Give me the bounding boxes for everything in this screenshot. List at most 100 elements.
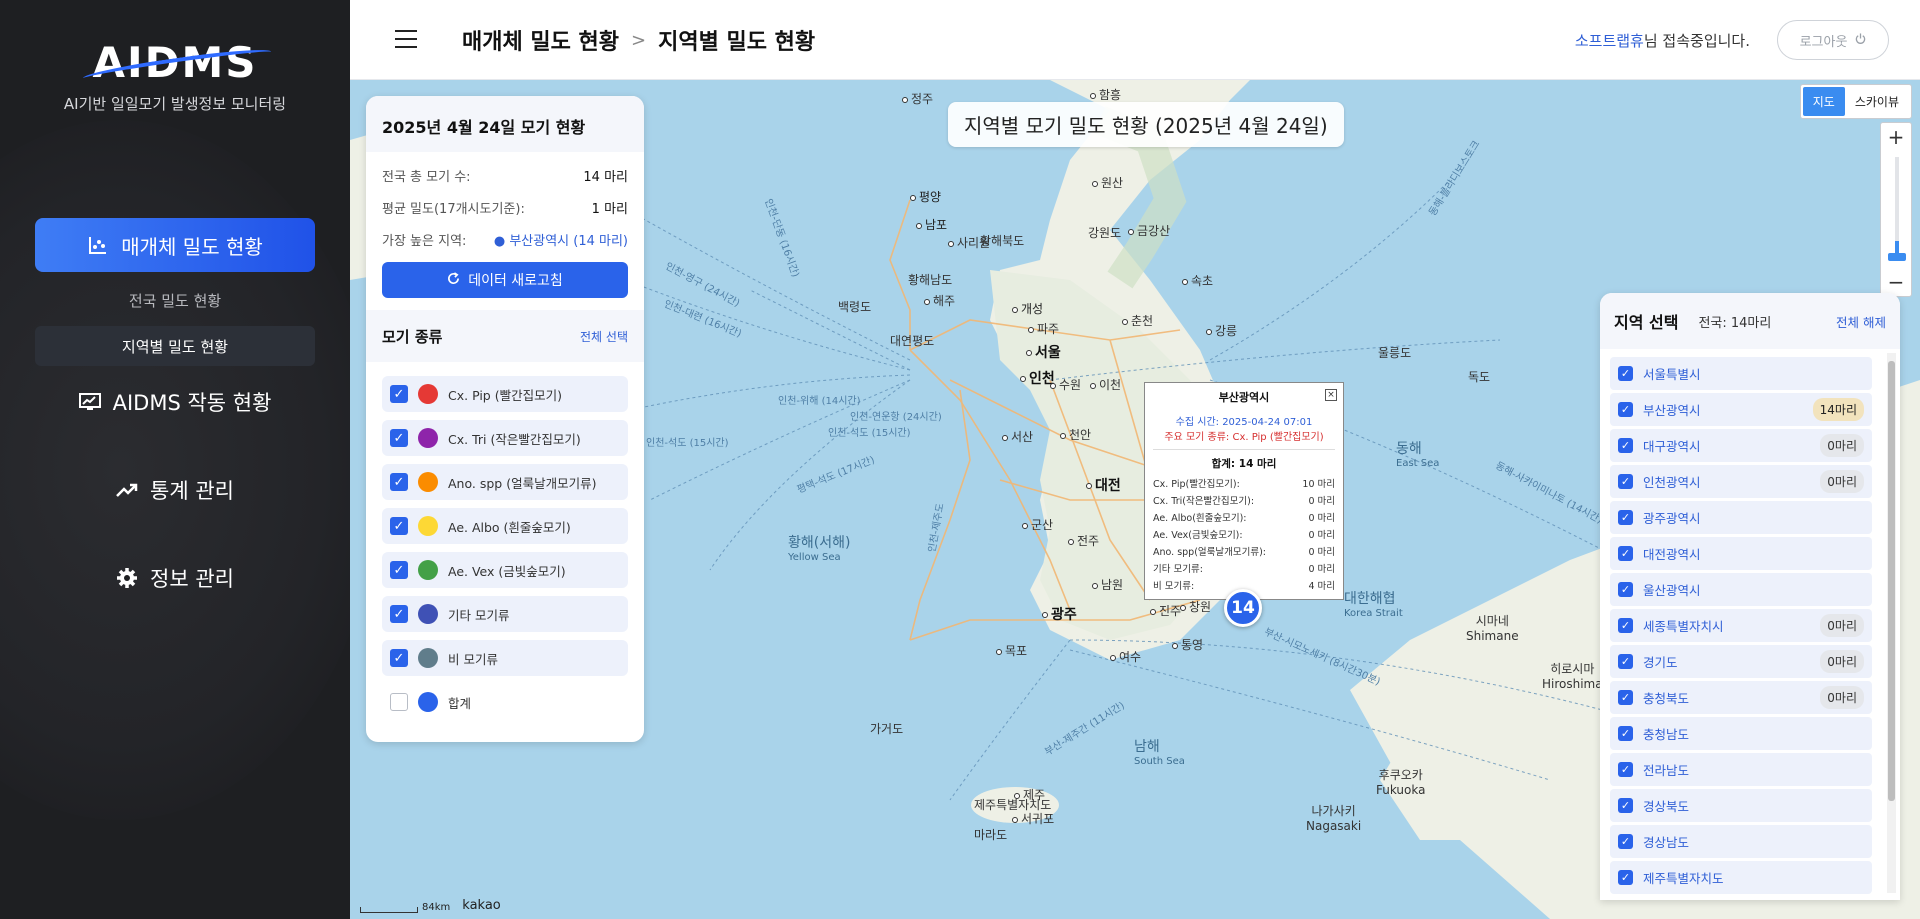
place-label: 독도 xyxy=(1468,370,1491,384)
region-checkbox[interactable]: ✓ xyxy=(1618,726,1633,741)
region-checkbox[interactable]: ✓ xyxy=(1618,474,1633,489)
region-panel: 지역 선택 전국: 14마리 전체 해제 ✓ 서울특별시 ✓ 부산광역시 14마리 ✓ 대구… xyxy=(1600,293,1900,900)
region-marker[interactable]: 14 xyxy=(1224,589,1262,627)
nav-statistics[interactable]: 통계 관리 xyxy=(35,465,315,515)
region-name: 경기도 xyxy=(1643,655,1678,670)
nav-density-status[interactable]: 매개체 밀도 현황 xyxy=(35,218,315,272)
popup-close-button[interactable]: × xyxy=(1325,389,1337,401)
region-checkbox[interactable]: ✓ xyxy=(1618,762,1633,777)
species-item[interactable]: ✓ 비 모기류 xyxy=(382,640,628,676)
map-type-map[interactable]: 지도 xyxy=(1802,87,1845,116)
zoom-out-button[interactable]: − xyxy=(1881,268,1911,296)
region-name: 경상남도 xyxy=(1643,835,1690,850)
logout-button[interactable]: 로그아웃 xyxy=(1777,20,1889,60)
region-checkbox[interactable]: ✓ xyxy=(1618,546,1633,561)
region-name: 인천광역시 xyxy=(1643,475,1701,490)
region-checkbox[interactable]: ✓ xyxy=(1618,798,1633,813)
map-type-skyview[interactable]: 스카이뷰 xyxy=(1845,87,1909,116)
select-all-button[interactable]: 전체 선택 xyxy=(580,328,628,345)
species-label: Cx. Pip (빨간집모기) xyxy=(448,387,562,403)
species-item[interactable]: ✓ Ae. Albo (흰줄숲모기) xyxy=(382,508,628,544)
refresh-data-button[interactable]: 데이터 새로고침 xyxy=(382,262,628,298)
region-item[interactable]: ✓ 충청북도 0마리 xyxy=(1610,681,1872,714)
region-checkbox[interactable]: ✓ xyxy=(1618,834,1633,849)
zoom-slider-handle[interactable] xyxy=(1888,253,1906,261)
map-type-switch: 지도 스카이뷰 xyxy=(1799,84,1912,119)
region-item[interactable]: ✓ 대전광역시 xyxy=(1610,537,1872,570)
species-item[interactable]: ✓ Ae. Vex (금빛숲모기) xyxy=(382,552,628,588)
region-checkbox[interactable]: ✓ xyxy=(1618,402,1633,417)
place-label: 백령도 xyxy=(838,300,872,314)
region-list: ✓ 서울특별시 ✓ 부산광역시 14마리 ✓ 대구광역시 0마리 ✓ 인천광역시 0마리 ✓ 광주광역시… xyxy=(1600,349,1900,894)
region-item[interactable]: ✓ 광주광역시 xyxy=(1610,501,1872,534)
region-item[interactable]: ✓ 부산광역시 14마리 xyxy=(1610,393,1872,426)
species-color-dot-icon xyxy=(418,692,438,712)
region-scrollbar[interactable] xyxy=(1887,353,1896,893)
region-checkbox[interactable]: ✓ xyxy=(1618,654,1633,669)
species-label: 합계 xyxy=(448,695,472,711)
scale-bar-line xyxy=(360,907,418,913)
zoom-control: + − xyxy=(1880,122,1912,297)
species-checkbox[interactable]: ✓ xyxy=(390,429,408,447)
region-checkbox[interactable]: ✓ xyxy=(1618,510,1633,525)
species-item[interactable]: ✓ 기타 모기류 xyxy=(382,596,628,632)
region-item[interactable]: ✓ 경기도 0마리 xyxy=(1610,645,1872,678)
region-item[interactable]: ✓ 울산광역시 xyxy=(1610,573,1872,606)
species-color-dot-icon xyxy=(418,604,438,624)
popup-row: Cx. Tri(작은빨간집모기): 0 마리 xyxy=(1153,496,1335,507)
species-checkbox[interactable]: ✓ xyxy=(390,517,408,535)
region-checkbox[interactable]: ✓ xyxy=(1618,690,1633,705)
summary-title: 2025년 4월 24일 모기 현황 xyxy=(366,96,644,152)
region-checkbox[interactable]: ✓ xyxy=(1618,618,1633,633)
region-checkbox[interactable]: ✓ xyxy=(1618,870,1633,885)
sea-label: 대한해협 Korea Strait xyxy=(1344,591,1403,619)
place-label: 나가사키 Nagasaki xyxy=(1306,804,1362,833)
place-label: 서산 xyxy=(1002,428,1033,445)
species-item[interactable]: ✓ Cx. Tri (작은빨간집모기) xyxy=(382,420,628,456)
region-checkbox[interactable]: ✓ xyxy=(1618,438,1633,453)
region-item[interactable]: ✓ 제주특별자치도 xyxy=(1610,861,1872,894)
nav-regional-density[interactable]: 지역별 밀도 현황 xyxy=(35,326,315,366)
species-checkbox[interactable]: ✓ xyxy=(390,605,408,623)
species-color-dot-icon xyxy=(418,428,438,448)
region-item[interactable]: ✓ 인천광역시 0마리 xyxy=(1610,465,1872,498)
species-item[interactable]: ✓ Ano. spp (얼룩날개모기류) xyxy=(382,464,628,500)
route-label: 인천-석도 (15시간) xyxy=(646,438,729,449)
species-label: Cx. Tri (작은빨간집모기) xyxy=(448,431,581,447)
region-checkbox[interactable]: ✓ xyxy=(1618,582,1633,597)
species-checkbox[interactable]: ✓ xyxy=(390,385,408,403)
trending-up-icon xyxy=(116,479,138,501)
region-item[interactable]: ✓ 서울특별시 xyxy=(1610,357,1872,390)
region-item[interactable]: ✓ 경상북도 xyxy=(1610,789,1872,822)
place-label: 속초 xyxy=(1182,272,1213,289)
place-label: 금강산 xyxy=(1128,222,1170,239)
zoom-in-button[interactable]: + xyxy=(1881,123,1911,151)
hamburger-menu-icon[interactable] xyxy=(395,30,417,48)
species-checkbox[interactable]: ✓ xyxy=(390,649,408,667)
region-item[interactable]: ✓ 전라남도 xyxy=(1610,753,1872,786)
region-checkbox[interactable]: ✓ xyxy=(1618,366,1633,381)
nav-info-management[interactable]: 정보 관리 xyxy=(35,553,315,603)
species-checkbox[interactable]: ✓ xyxy=(390,473,408,491)
region-item[interactable]: ✓ 경상남도 xyxy=(1610,825,1872,858)
place-label: 서귀포 xyxy=(1012,810,1054,827)
region-item[interactable]: ✓ 충청남도 xyxy=(1610,717,1872,750)
species-color-dot-icon xyxy=(418,560,438,580)
breadcrumb-parent[interactable]: 매개체 밀도 현황 xyxy=(462,24,619,56)
nav-aidms-status-label: AIDMS 작동 현황 xyxy=(112,391,272,415)
region-title: 지역 선택 xyxy=(1614,313,1679,332)
species-label: Ae. Albo (흰줄숲모기) xyxy=(448,519,571,535)
place-label: 천안 xyxy=(1060,426,1091,443)
species-item[interactable]: ✓ Cx. Pip (빨간집모기) xyxy=(382,376,628,412)
species-checkbox[interactable] xyxy=(390,693,408,711)
species-item[interactable]: 합계 xyxy=(382,684,628,720)
deselect-all-button[interactable]: 전체 해제 xyxy=(1836,312,1886,331)
region-item[interactable]: ✓ 세종특별자치시 0마리 xyxy=(1610,609,1872,642)
logo-area: AIDMS AI기반 일일모기 발생정보 모니터링 xyxy=(0,38,350,114)
nav-aidms-status[interactable]: AIDMS 작동 현황 xyxy=(35,377,315,427)
route-label: 인천-석도 (15시간) xyxy=(828,428,911,439)
species-checkbox[interactable]: ✓ xyxy=(390,561,408,579)
logo[interactable]: AIDMS xyxy=(82,38,273,87)
region-item[interactable]: ✓ 대구광역시 0마리 xyxy=(1610,429,1872,462)
nav-national-density[interactable]: 전국 밀도 현황 xyxy=(35,280,315,320)
